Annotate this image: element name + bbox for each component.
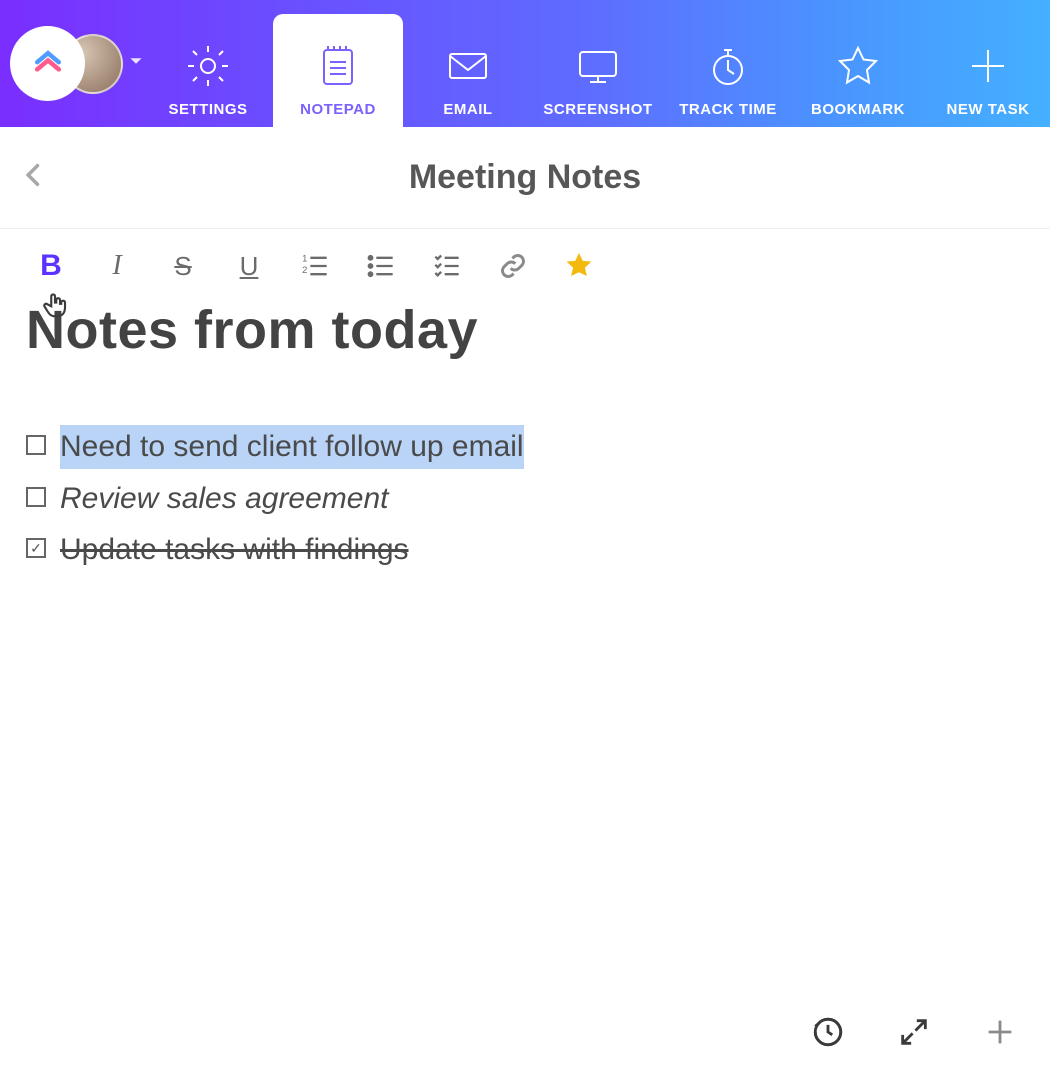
- checklist-item[interactable]: ✓ Update tasks with findings: [26, 528, 1024, 572]
- document-body[interactable]: Notes from today Need to send client fol…: [0, 299, 1050, 572]
- unordered-list-button[interactable]: [364, 249, 398, 283]
- tab-settings[interactable]: SETTINGS: [143, 0, 273, 127]
- tab-label: BOOKMARK: [811, 101, 905, 118]
- footer-actions: [808, 1012, 1020, 1052]
- underline-button[interactable]: U: [232, 249, 266, 283]
- italic-button[interactable]: I: [100, 249, 134, 283]
- expand-button[interactable]: [894, 1012, 934, 1052]
- link-button[interactable]: [496, 249, 530, 283]
- svg-text:2: 2: [302, 265, 307, 275]
- main-tabs: SETTINGS NOTEPAD EMAIL SCREENSHOT TRACK …: [143, 0, 1050, 127]
- checklist-item-text[interactable]: Update tasks with findings: [60, 528, 409, 572]
- format-toolbar: B I S U 12: [0, 229, 1050, 295]
- tab-label: SETTINGS: [168, 101, 247, 118]
- tab-label: NEW TASK: [947, 101, 1030, 118]
- app-header: SETTINGS NOTEPAD EMAIL SCREENSHOT TRACK …: [0, 0, 1050, 127]
- plus-icon: [964, 40, 1012, 92]
- document-title[interactable]: Meeting Notes: [56, 158, 994, 197]
- checklist: Need to send client follow up email Revi…: [26, 425, 1024, 572]
- tab-newtask[interactable]: NEW TASK: [923, 0, 1050, 127]
- avatar-dropdown-icon[interactable]: [129, 54, 143, 73]
- document-heading[interactable]: Notes from today: [26, 299, 1024, 361]
- tab-label: NOTEPAD: [300, 101, 376, 118]
- checklist-button[interactable]: [430, 249, 464, 283]
- checklist-item[interactable]: Review sales agreement: [26, 477, 1024, 521]
- favorite-button[interactable]: [562, 249, 596, 283]
- ordered-list-button[interactable]: 12: [298, 249, 332, 283]
- tab-email[interactable]: EMAIL: [403, 0, 533, 127]
- monitor-icon: [574, 40, 622, 92]
- tab-label: EMAIL: [443, 101, 492, 118]
- checklist-item-text[interactable]: Need to send client follow up email: [60, 425, 524, 469]
- svg-text:1: 1: [302, 253, 307, 263]
- add-button[interactable]: [980, 1012, 1020, 1052]
- tab-label: TRACK TIME: [679, 101, 777, 118]
- clickup-logo[interactable]: [10, 26, 85, 101]
- checkbox-checked-icon[interactable]: ✓: [26, 538, 46, 558]
- checklist-item[interactable]: Need to send client follow up email: [26, 425, 1024, 469]
- checklist-item-text[interactable]: Review sales agreement: [60, 477, 389, 521]
- tab-screenshot[interactable]: SCREENSHOT: [533, 0, 663, 127]
- logo-avatar-group: [10, 0, 143, 127]
- bold-button[interactable]: B: [34, 249, 68, 283]
- gear-icon: [184, 40, 232, 92]
- notepad-icon: [314, 40, 362, 92]
- checkbox-icon[interactable]: [26, 487, 46, 507]
- tab-notepad[interactable]: NOTEPAD: [273, 14, 403, 127]
- back-button[interactable]: [20, 161, 56, 194]
- star-icon: [834, 40, 882, 92]
- tab-tracktime[interactable]: TRACK TIME: [663, 0, 793, 127]
- envelope-icon: [444, 40, 492, 92]
- tab-bookmark[interactable]: BOOKMARK: [793, 0, 923, 127]
- history-button[interactable]: [808, 1012, 848, 1052]
- document-titlebar: Meeting Notes: [0, 127, 1050, 229]
- tab-label: SCREENSHOT: [543, 101, 652, 118]
- stopwatch-icon: [704, 40, 752, 92]
- checkbox-icon[interactable]: [26, 435, 46, 455]
- strikethrough-button[interactable]: S: [166, 249, 200, 283]
